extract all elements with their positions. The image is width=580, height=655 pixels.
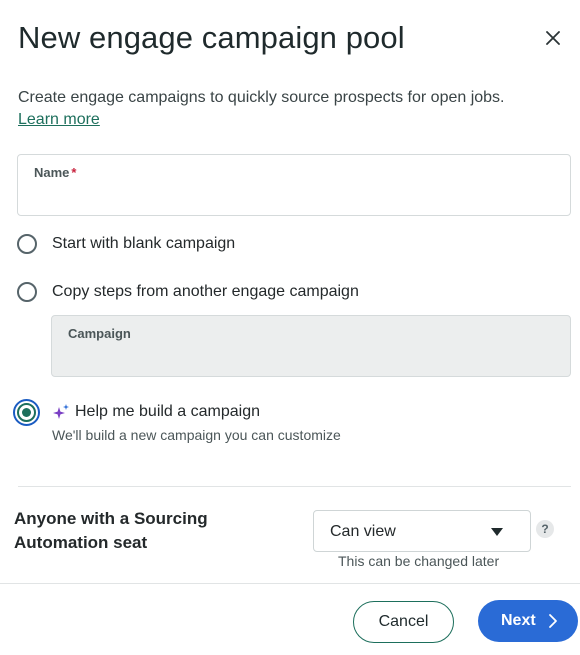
- chevron-right-icon: [549, 614, 557, 628]
- dialog-title: New engage campaign pool: [18, 20, 405, 55]
- permissions-label: Anyone with a Sourcing Automation seat: [14, 509, 208, 552]
- dialog-description: Create engage campaigns to quickly sourc…: [18, 89, 505, 106]
- radio-copy-label: Copy steps from another engage campaign: [52, 283, 359, 300]
- campaign-select-field: Campaign: [51, 315, 571, 377]
- radio-copy[interactable]: [17, 282, 37, 302]
- name-field[interactable]: Name *: [17, 154, 571, 216]
- permission-select-value: Can view: [330, 523, 396, 540]
- radio-help-label: Help me build a campaign: [75, 403, 260, 420]
- radio-option-blank[interactable]: Start with blank campaign: [17, 234, 235, 254]
- permission-select[interactable]: Can view: [313, 510, 531, 552]
- radio-selected-dot: [22, 408, 31, 417]
- radio-help-subtext: We'll build a new campaign you can custo…: [52, 427, 341, 443]
- name-label-text: Name: [34, 165, 70, 180]
- close-icon: [546, 31, 560, 45]
- radio-blank[interactable]: [17, 234, 37, 254]
- radio-help-inner: [17, 403, 36, 422]
- new-campaign-pool-dialog: New engage campaign pool Create engage c…: [0, 0, 580, 655]
- help-icon[interactable]: ?: [536, 520, 554, 538]
- permission-hint: This can be changed later: [338, 553, 500, 569]
- required-mark: *: [71, 165, 77, 180]
- next-button-label: Next: [501, 612, 536, 629]
- footer-divider: [0, 583, 580, 584]
- sparkle-icon: [53, 404, 69, 419]
- radio-option-copy[interactable]: Copy steps from another engage campaign: [17, 282, 359, 302]
- cancel-button[interactable]: Cancel: [353, 601, 454, 643]
- chevron-down-icon: [491, 528, 503, 536]
- close-button[interactable]: [540, 25, 566, 51]
- radio-blank-label: Start with blank campaign: [52, 235, 236, 252]
- name-field-label: Name *: [34, 165, 76, 180]
- campaign-field-label: Campaign: [68, 326, 131, 341]
- learn-more-link[interactable]: Learn more: [18, 109, 100, 131]
- name-input[interactable]: [34, 185, 554, 209]
- next-button[interactable]: Next: [478, 600, 578, 642]
- divider: [18, 486, 571, 487]
- radio-help[interactable]: [13, 399, 40, 426]
